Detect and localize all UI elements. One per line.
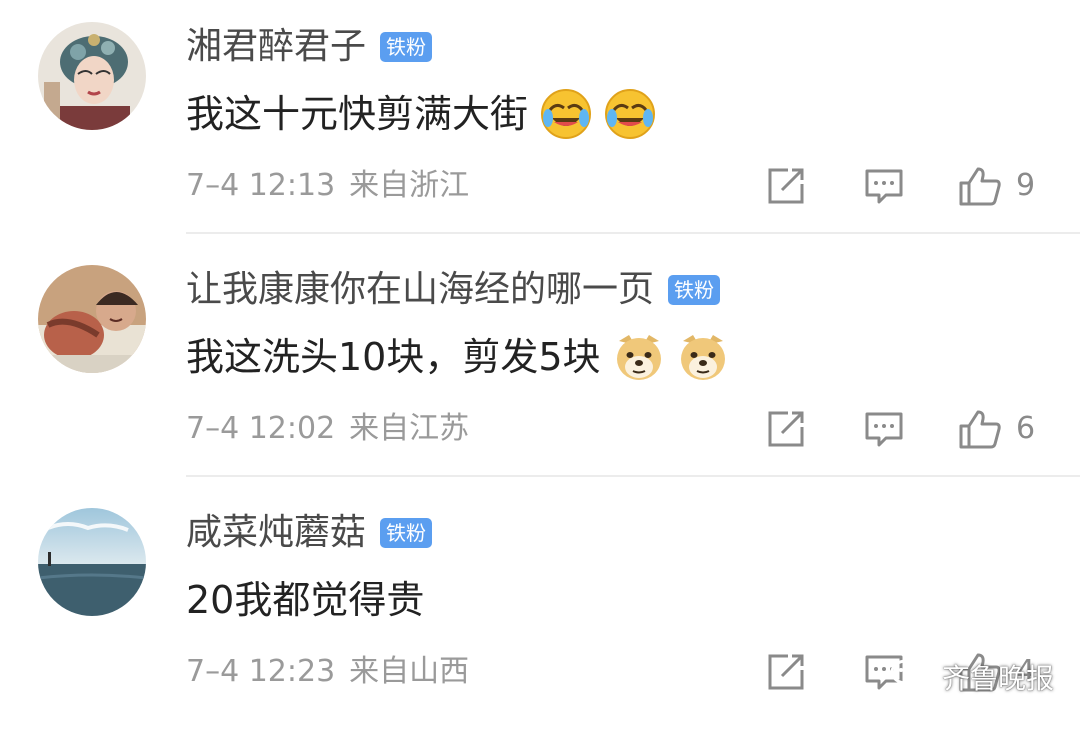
comment-meta: 7–4 12:23 来自山西 <box>186 650 469 694</box>
comment-location: 来自山西 <box>349 654 470 689</box>
comment-text-content: 20我都觉得贵 <box>186 578 425 622</box>
username-text[interactable]: 让我康康你在山海经的哪一页 <box>186 267 654 313</box>
thumbs-up-icon <box>959 167 1001 206</box>
comment-text-content: 我这洗头10块，剪发5块 <box>186 335 601 379</box>
username[interactable]: 咸菜炖蘑菇 铁粉 <box>186 510 433 556</box>
watermark: 齐鲁晚报 <box>890 652 1054 702</box>
username[interactable]: 湘君醉君子 铁粉 <box>186 24 433 70</box>
like-button[interactable]: 9 <box>958 166 1035 206</box>
avatar[interactable] <box>38 265 146 373</box>
comment-time: 7–4 12:13 <box>186 168 336 203</box>
doge-emoji <box>613 331 665 383</box>
fan-badge: 铁粉 <box>668 275 721 305</box>
like-count: 6 <box>1016 411 1036 446</box>
comment-text-content: 我这十元快剪满大街 <box>186 92 529 136</box>
doge-emoji <box>677 331 729 383</box>
comment-time: 7–4 12:23 <box>186 654 336 689</box>
reply-button[interactable] <box>864 409 904 449</box>
repost-button[interactable] <box>766 409 806 449</box>
divider <box>186 475 1080 477</box>
username[interactable]: 让我康康你在山海经的哪一页 铁粉 <box>186 267 721 313</box>
divider <box>186 232 1080 234</box>
like-button[interactable]: 6 <box>958 409 1035 449</box>
username-text[interactable]: 湘君醉君子 <box>186 24 366 70</box>
wechat-icon <box>890 659 933 692</box>
comment-text: 20我都觉得贵 <box>186 574 424 626</box>
laugh-cry-emoji <box>604 88 656 140</box>
repost-icon <box>768 654 804 690</box>
username-text[interactable]: 咸菜炖蘑菇 <box>186 510 366 556</box>
comment-icon <box>865 412 903 447</box>
comment-meta: 7–4 12:02 来自江苏 <box>186 407 469 451</box>
comment-location: 来自江苏 <box>349 411 470 446</box>
repost-button[interactable] <box>766 652 806 692</box>
reply-button[interactable] <box>864 166 904 206</box>
fan-badge: 铁粉 <box>380 518 433 548</box>
comment-meta: 7–4 12:13 来自浙江 <box>186 164 469 208</box>
comment-item: 湘君醉君子 铁粉 我这十元快剪满大街 7–4 12:13 来自浙江 9 <box>0 0 1080 243</box>
thumbs-up-icon <box>959 410 1001 449</box>
fan-badge: 铁粉 <box>380 32 433 62</box>
avatar[interactable] <box>38 508 146 616</box>
comment-item: 让我康康你在山海经的哪一页 铁粉 我这洗头10块，剪发5块 7–4 12:02 … <box>0 243 1080 486</box>
comment-time: 7–4 12:02 <box>186 411 336 446</box>
avatar[interactable] <box>38 22 146 130</box>
watermark-text: 齐鲁晚报 <box>942 662 1055 695</box>
repost-icon <box>768 411 804 447</box>
repost-button[interactable] <box>766 166 806 206</box>
like-count: 9 <box>1016 168 1036 203</box>
repost-icon <box>768 168 804 204</box>
comment-text: 我这洗头10块，剪发5块 <box>186 331 729 383</box>
comment-location: 来自浙江 <box>349 168 470 203</box>
laugh-cry-emoji <box>540 88 592 140</box>
comment-icon <box>865 169 903 204</box>
comment-text: 我这十元快剪满大街 <box>186 88 656 140</box>
